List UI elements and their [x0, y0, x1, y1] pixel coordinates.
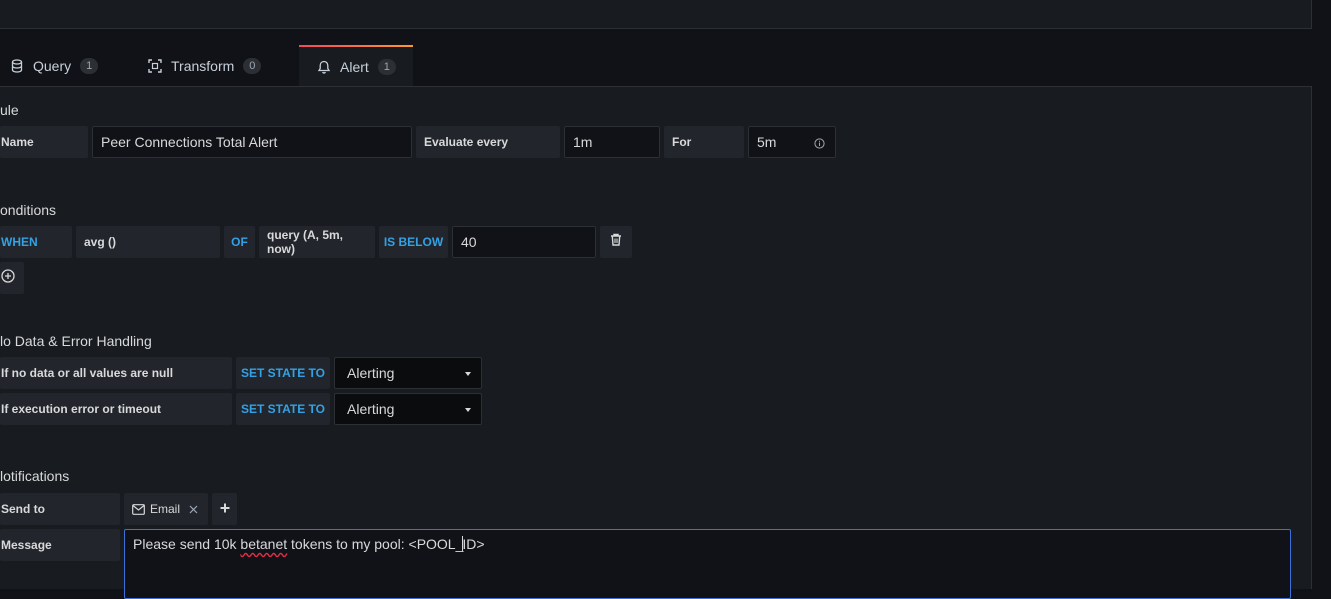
message-text-start: Please send 10k: [133, 536, 241, 552]
panel-preview: [0, 0, 1312, 29]
editor-tabs: Query 1 Transform 0 Alert 1: [0, 45, 1311, 87]
chevron-down-icon: [465, 372, 471, 376]
message-textarea[interactable]: Please send 10k betanet tokens to my poo…: [124, 529, 1291, 599]
add-condition-button[interactable]: [0, 262, 24, 294]
tab-alert-count: 1: [377, 58, 396, 75]
tab-transform-count: 0: [243, 57, 262, 74]
no-data-state-select[interactable]: Alerting: [334, 357, 482, 389]
reducer-selector[interactable]: avg (): [76, 226, 220, 258]
send-to-label: Send to: [0, 493, 120, 525]
misspelled-word: betanet: [240, 536, 288, 552]
tab-alert-label: Alert: [340, 58, 369, 75]
no-data-state-value: Alerting: [347, 365, 395, 381]
remove-channel-icon[interactable]: [189, 505, 198, 514]
transform-icon: [148, 58, 162, 73]
no-data-set-state-keyword: SET STATE TO: [236, 357, 330, 389]
tab-query-label: Query: [33, 57, 72, 74]
error-state-select[interactable]: Alerting: [334, 393, 482, 425]
evaluate-every-input[interactable]: 1m: [564, 126, 660, 158]
notification-channel-chip[interactable]: Email: [124, 493, 208, 525]
database-icon: [10, 58, 24, 73]
message-label: Message: [0, 529, 120, 561]
for-value: 5m: [757, 134, 777, 150]
tab-alert[interactable]: Alert 1: [299, 45, 413, 86]
message-text-end: ID>: [462, 536, 485, 552]
tab-transform[interactable]: Transform 0: [148, 45, 262, 86]
evaluate-every-label: Evaluate every: [416, 126, 560, 158]
evaluator-selector[interactable]: IS BELOW: [379, 226, 448, 258]
error-label: If execution error or timeout: [0, 393, 232, 425]
of-keyword: OF: [224, 226, 255, 258]
tab-transform-label: Transform: [171, 57, 235, 74]
when-keyword: WHEN: [0, 226, 72, 258]
info-icon: [814, 136, 825, 152]
delete-condition-button[interactable]: [600, 226, 632, 258]
bell-icon: [317, 60, 331, 74]
error-state-value: Alerting: [347, 401, 395, 417]
envelope-icon: [132, 503, 145, 515]
rule-section-title: ule: [0, 102, 19, 118]
notifications-section-title: lotifications: [0, 468, 70, 484]
plus-circle-icon: [1, 268, 15, 288]
channel-name: Email: [150, 502, 181, 516]
tab-query[interactable]: Query 1: [10, 45, 99, 86]
for-label: For: [664, 126, 744, 158]
threshold-input[interactable]: 40: [452, 226, 596, 258]
plus-icon: [220, 500, 230, 518]
chevron-down-icon: [465, 408, 471, 412]
conditions-section-title: onditions: [0, 202, 57, 218]
trash-icon: [610, 233, 622, 251]
message-text-middle: tokens to my pool: <POOL_: [287, 536, 464, 552]
no-data-section-title: lo Data & Error Handling: [0, 333, 152, 349]
name-label: Name: [0, 126, 88, 158]
no-data-label: If no data or all values are null: [0, 357, 232, 389]
tab-query-count: 1: [80, 57, 99, 74]
for-input[interactable]: 5m: [748, 126, 836, 158]
add-channel-button[interactable]: [212, 493, 237, 525]
query-selector[interactable]: query (A, 5m, now): [259, 226, 375, 258]
rule-name-input[interactable]: Peer Connections Total Alert: [92, 126, 412, 158]
error-set-state-keyword: SET STATE TO: [236, 393, 330, 425]
